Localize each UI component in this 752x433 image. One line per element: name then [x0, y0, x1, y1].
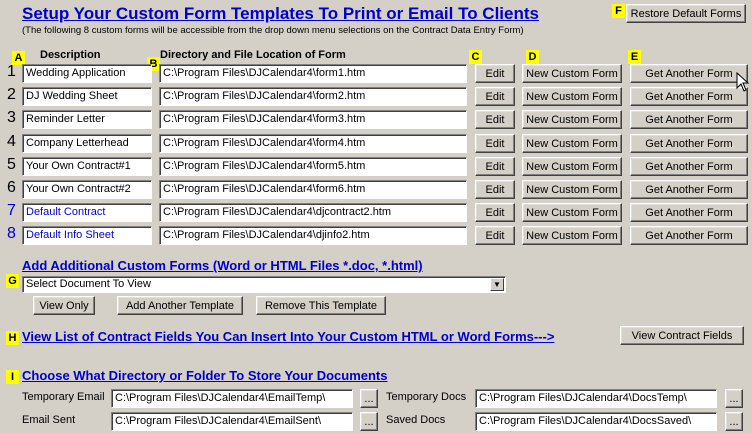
get-another-form-button[interactable]: Get Another Form: [630, 180, 748, 199]
remove-this-template-button[interactable]: Remove This Template: [256, 296, 386, 315]
row-number: 8: [7, 225, 16, 242]
edit-button[interactable]: Edit: [475, 87, 515, 106]
edit-button[interactable]: Edit: [475, 134, 515, 153]
temp-email-browse-button[interactable]: ...: [360, 389, 378, 408]
form-path-field[interactable]: C:\Program Files\DJCalendar4\form3.htm: [159, 110, 467, 129]
email-sent-label: Email Sent: [22, 414, 76, 426]
document-select[interactable]: Select Document To View ▼: [22, 276, 506, 293]
add-another-template-button[interactable]: Add Another Template: [117, 296, 243, 315]
marker-i: I: [6, 370, 19, 384]
get-another-form-button[interactable]: Get Another Form: [630, 134, 748, 153]
location-header: Directory and File Location of Form: [160, 49, 346, 61]
view-only-button[interactable]: View Only: [33, 296, 95, 315]
row-number: 5: [7, 156, 16, 173]
marker-g: G: [6, 274, 19, 288]
row-number: 4: [7, 133, 16, 150]
row-number: 1: [7, 63, 16, 80]
document-select-value: Select Document To View: [26, 278, 151, 290]
form-description-field[interactable]: Company Letterhead: [22, 134, 152, 153]
edit-button[interactable]: Edit: [475, 110, 515, 129]
row-number: 7: [7, 202, 16, 219]
view-contract-fields-link[interactable]: View List of Contract Fields You Can Ins…: [22, 329, 554, 344]
form-path-field[interactable]: C:\Program Files\DJCalendar4\djcontract2…: [159, 203, 467, 222]
marker-f: F: [612, 4, 625, 18]
storage-heading: Choose What Directory or Folder To Store…: [22, 368, 388, 383]
chevron-down-icon[interactable]: ▼: [490, 278, 504, 291]
get-another-form-button[interactable]: Get Another Form: [630, 203, 748, 222]
form-path-field[interactable]: C:\Program Files\DJCalendar4\djinfo2.htm: [159, 226, 467, 245]
form-path-field[interactable]: C:\Program Files\DJCalendar4\form1.htm: [159, 64, 467, 83]
row-number: 3: [7, 109, 16, 126]
saved-docs-label: Saved Docs: [386, 414, 446, 426]
email-sent-browse-button[interactable]: ...: [360, 412, 378, 431]
edit-button[interactable]: Edit: [475, 203, 515, 222]
page-subtitle: (The following 8 custom forms will be ac…: [22, 25, 524, 36]
temp-docs-path-field[interactable]: C:\Program Files\DJCalendar4\DocsTemp\: [475, 389, 717, 408]
new-custom-form-button[interactable]: New Custom Form: [522, 180, 622, 199]
marker-h: H: [6, 331, 19, 345]
marker-d: D: [526, 50, 539, 64]
saved-docs-path-field[interactable]: C:\Program Files\DJCalendar4\DocsSaved\: [475, 412, 717, 431]
marker-c: C: [469, 50, 482, 64]
temp-email-path-field[interactable]: C:\Program Files\DJCalendar4\EmailTemp\: [111, 389, 353, 408]
form-description-field[interactable]: Default Info Sheet: [22, 226, 152, 245]
marker-e: E: [628, 50, 641, 64]
get-another-form-button[interactable]: Get Another Form: [630, 64, 748, 83]
form-description-field[interactable]: Reminder Letter: [22, 110, 152, 129]
new-custom-form-button[interactable]: New Custom Form: [522, 203, 622, 222]
new-custom-form-button[interactable]: New Custom Form: [522, 134, 622, 153]
form-path-field[interactable]: C:\Program Files\DJCalendar4\form4.htm: [159, 134, 467, 153]
edit-button[interactable]: Edit: [475, 64, 515, 83]
row-number: 2: [7, 86, 16, 103]
form-path-field[interactable]: C:\Program Files\DJCalendar4\form2.htm: [159, 87, 467, 106]
form-description-field[interactable]: Your Own Contract#1: [22, 157, 152, 176]
restore-default-forms-button[interactable]: Restore Default Forms: [626, 4, 746, 23]
edit-button[interactable]: Edit: [475, 157, 515, 176]
saved-docs-browse-button[interactable]: ...: [725, 412, 743, 431]
get-another-form-button[interactable]: Get Another Form: [630, 226, 748, 245]
additional-forms-heading: Add Additional Custom Forms (Word or HTM…: [22, 258, 423, 273]
edit-button[interactable]: Edit: [475, 226, 515, 245]
temp-email-label: Temporary Email: [22, 391, 105, 403]
edit-button[interactable]: Edit: [475, 180, 515, 199]
new-custom-form-button[interactable]: New Custom Form: [522, 110, 622, 129]
form-description-field[interactable]: Your Own Contract#2: [22, 180, 152, 199]
get-another-form-button[interactable]: Get Another Form: [630, 110, 748, 129]
new-custom-form-button[interactable]: New Custom Form: [522, 64, 622, 83]
temp-docs-label: Temporary Docs: [386, 391, 467, 403]
form-description-field[interactable]: Default Contract: [22, 203, 152, 222]
mouse-pointer-icon: [736, 72, 750, 92]
new-custom-form-button[interactable]: New Custom Form: [522, 87, 622, 106]
get-another-form-button[interactable]: Get Another Form: [630, 87, 748, 106]
new-custom-form-button[interactable]: New Custom Form: [522, 226, 622, 245]
description-header: Description: [40, 49, 101, 61]
temp-docs-browse-button[interactable]: ...: [725, 389, 743, 408]
form-path-field[interactable]: C:\Program Files\DJCalendar4\form6.htm: [159, 180, 467, 199]
email-sent-path-field[interactable]: C:\Program Files\DJCalendar4\EmailSent\: [111, 412, 353, 431]
form-description-field[interactable]: Wedding Application: [22, 64, 152, 83]
form-path-field[interactable]: C:\Program Files\DJCalendar4\form5.htm: [159, 157, 467, 176]
row-number: 6: [7, 179, 16, 196]
form-description-field[interactable]: DJ Wedding Sheet: [22, 87, 152, 106]
new-custom-form-button[interactable]: New Custom Form: [522, 157, 622, 176]
get-another-form-button[interactable]: Get Another Form: [630, 157, 748, 176]
page-title: Setup Your Custom Form Templates To Prin…: [22, 4, 539, 23]
view-contract-fields-button[interactable]: View Contract Fields: [620, 326, 744, 345]
